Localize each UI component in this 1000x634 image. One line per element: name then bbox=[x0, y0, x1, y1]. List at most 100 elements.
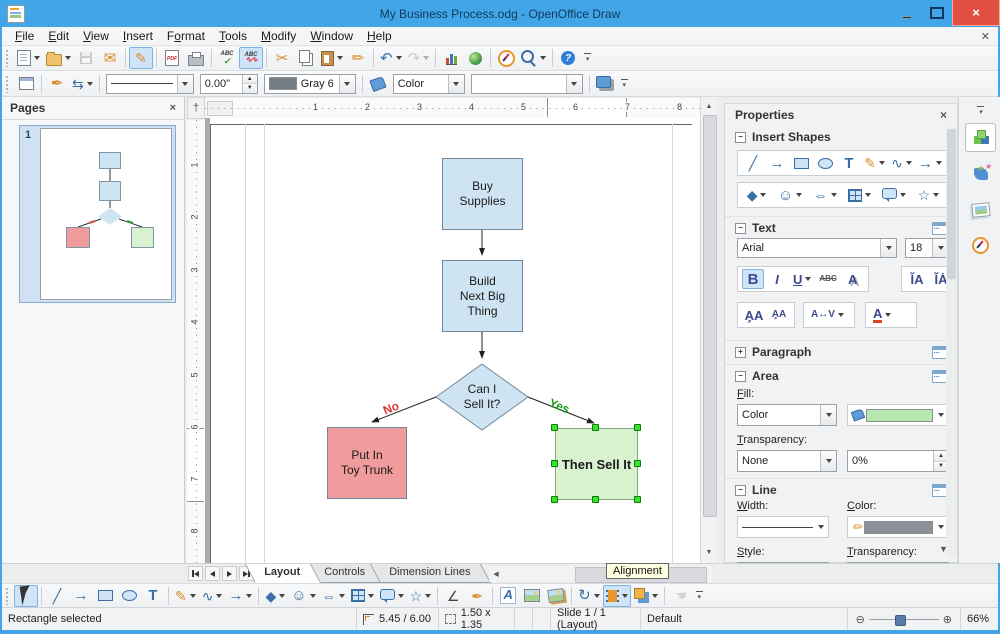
toolbar-grip[interactable] bbox=[5, 49, 10, 67]
menu-edit[interactable]: Edit bbox=[41, 28, 76, 44]
fill-color-select[interactable] bbox=[471, 74, 583, 94]
properties-scrollbar[interactable] bbox=[946, 127, 957, 557]
properties-close-icon[interactable]: × bbox=[940, 108, 947, 122]
decrease-font-button[interactable]: A̧A bbox=[768, 305, 790, 325]
insert-image-button[interactable] bbox=[520, 585, 544, 607]
collapse-icon[interactable]: − bbox=[735, 485, 746, 496]
close-button[interactable]: × bbox=[952, 0, 1000, 26]
dropdown-icon[interactable] bbox=[938, 525, 944, 529]
lines-arrows-tool[interactable]: → bbox=[225, 585, 255, 607]
fill-type-select[interactable]: Color bbox=[393, 74, 465, 94]
line-color-button[interactable]: ✏ bbox=[847, 516, 949, 538]
scroll-up-icon[interactable]: ▲ bbox=[702, 99, 716, 113]
zoom-percentage[interactable]: 66% bbox=[960, 608, 998, 630]
spin-down-icon[interactable]: ▼ bbox=[243, 84, 257, 93]
scrollbar-thumb[interactable] bbox=[947, 129, 956, 279]
spin-up-icon[interactable]: ▲ bbox=[243, 75, 257, 85]
arrow-style-button[interactable]: ⇆ bbox=[69, 73, 96, 95]
page-thumbnail[interactable]: 1 bbox=[19, 125, 176, 303]
sidebar-tab-properties[interactable] bbox=[965, 123, 996, 152]
gallery-button[interactable] bbox=[544, 585, 568, 607]
selection-handle[interactable] bbox=[592, 496, 599, 503]
basic-shapes-tool[interactable]: ◆ bbox=[262, 585, 288, 607]
expand-icon[interactable]: + bbox=[735, 347, 746, 358]
line-color-select[interactable]: Gray 6 bbox=[264, 74, 356, 94]
paste-button[interactable] bbox=[318, 47, 346, 69]
dropdown-icon[interactable] bbox=[818, 525, 824, 529]
selection-handle[interactable] bbox=[634, 424, 641, 431]
zoom-slider[interactable] bbox=[869, 619, 939, 620]
sidebar-tab-shapes[interactable] bbox=[965, 159, 996, 188]
line-width-dropdown[interactable] bbox=[737, 516, 829, 538]
callout-shapes-tool[interactable] bbox=[377, 585, 407, 607]
line-tool[interactable]: ╱ bbox=[742, 153, 764, 173]
menu-window[interactable]: Window bbox=[303, 28, 360, 44]
horizontal-ruler[interactable]: 1 2 3 4 5 6 7 8 bbox=[205, 98, 700, 119]
styles-button[interactable] bbox=[14, 73, 38, 95]
increase-font-button[interactable]: A̧A bbox=[742, 305, 766, 325]
menu-tools[interactable]: Tools bbox=[212, 28, 254, 44]
flowchart-node-then-sell-it[interactable]: Then Sell It bbox=[555, 428, 638, 500]
arrow-tool[interactable]: → bbox=[766, 153, 788, 173]
scroll-down-icon[interactable]: ▼ bbox=[702, 545, 716, 559]
line-section-header[interactable]: − Line bbox=[725, 478, 957, 499]
rectangle-tool[interactable] bbox=[93, 585, 117, 607]
scrollbar-thumb[interactable] bbox=[703, 115, 717, 517]
drawing-canvas[interactable]: Buy Supplies Build Next Big Thing Can I … bbox=[205, 118, 700, 563]
paragraph-section-header[interactable]: + Paragraph bbox=[725, 340, 957, 361]
transparency-value-input[interactable]: 0% ▲▼ bbox=[847, 450, 949, 472]
lines-arrows-tool[interactable]: → bbox=[916, 153, 944, 173]
star-shapes-tool[interactable]: ☆ bbox=[915, 185, 943, 205]
line-dialog-button[interactable]: ✒ bbox=[45, 73, 69, 95]
gallery-button[interactable] bbox=[463, 47, 487, 69]
collapse-icon[interactable]: − bbox=[735, 223, 746, 234]
menu-file[interactable]: File bbox=[8, 28, 41, 44]
document-close-icon[interactable]: ✕ bbox=[981, 30, 990, 43]
curve-tool[interactable]: ✎ bbox=[862, 153, 887, 173]
export-pdf-button[interactable] bbox=[160, 47, 184, 69]
selection-handle[interactable] bbox=[634, 496, 641, 503]
spellcheck-button[interactable]: ABC✓ bbox=[215, 47, 239, 69]
clone-formatting-button[interactable]: ✏ bbox=[346, 47, 370, 69]
insert-shapes-section-header[interactable]: − Insert Shapes bbox=[725, 126, 957, 146]
flowchart-shapes-tool[interactable] bbox=[845, 185, 874, 205]
arrow-tool[interactable]: → bbox=[69, 585, 93, 607]
area-section-header[interactable]: − Area bbox=[725, 364, 957, 385]
block-arrows-tool[interactable]: ⇔ bbox=[811, 185, 840, 205]
increase-spacing-button[interactable]: ǏA bbox=[906, 269, 928, 289]
open-button[interactable] bbox=[43, 47, 74, 69]
block-arrows-tool[interactable]: ⇔ bbox=[319, 585, 348, 607]
line-tool[interactable]: ╱ bbox=[45, 585, 69, 607]
page-style[interactable]: Default bbox=[641, 608, 848, 630]
cut-button[interactable]: ✂ bbox=[270, 47, 294, 69]
first-page-button[interactable] bbox=[188, 566, 203, 581]
bold-button[interactable]: B bbox=[742, 269, 764, 289]
italic-button[interactable]: I bbox=[766, 269, 788, 289]
character-spacing-button[interactable]: A↔V bbox=[808, 305, 847, 325]
maximize-button[interactable] bbox=[922, 0, 952, 26]
toolbar-grip[interactable] bbox=[5, 75, 10, 93]
toolbar-grip[interactable] bbox=[5, 587, 10, 605]
ellipse-tool[interactable] bbox=[814, 153, 836, 173]
flowchart-node-buy-supplies[interactable]: Buy Supplies bbox=[442, 158, 523, 230]
menu-insert[interactable]: Insert bbox=[116, 28, 160, 44]
pages-panel-close-icon[interactable]: × bbox=[170, 102, 176, 114]
area-fill-type-select[interactable]: Color bbox=[737, 404, 837, 426]
new-document-button[interactable] bbox=[14, 47, 43, 69]
flowchart-shapes-tool[interactable] bbox=[348, 585, 377, 607]
line-width-input[interactable]: 0.00" ▲▼ bbox=[200, 74, 258, 94]
sidebar-tab-navigator[interactable] bbox=[965, 231, 996, 260]
fontwork-button[interactable]: A bbox=[496, 585, 520, 607]
line-dialog-launcher-icon[interactable] bbox=[932, 484, 947, 497]
ellipse-tool[interactable] bbox=[117, 585, 141, 607]
scroll-left-icon[interactable]: ◀ bbox=[489, 567, 503, 581]
insert-chart-button[interactable] bbox=[439, 47, 463, 69]
line-style-select[interactable] bbox=[106, 74, 194, 94]
font-size-select[interactable]: 18 bbox=[905, 238, 949, 258]
vertical-scrollbar[interactable]: ▲ ▼ bbox=[700, 97, 716, 563]
menu-help[interactable]: Help bbox=[360, 28, 399, 44]
menu-view[interactable]: View bbox=[76, 28, 116, 44]
navigator-button[interactable] bbox=[494, 47, 518, 69]
callout-shapes-tool[interactable] bbox=[879, 185, 909, 205]
selection-handle[interactable] bbox=[592, 424, 599, 431]
